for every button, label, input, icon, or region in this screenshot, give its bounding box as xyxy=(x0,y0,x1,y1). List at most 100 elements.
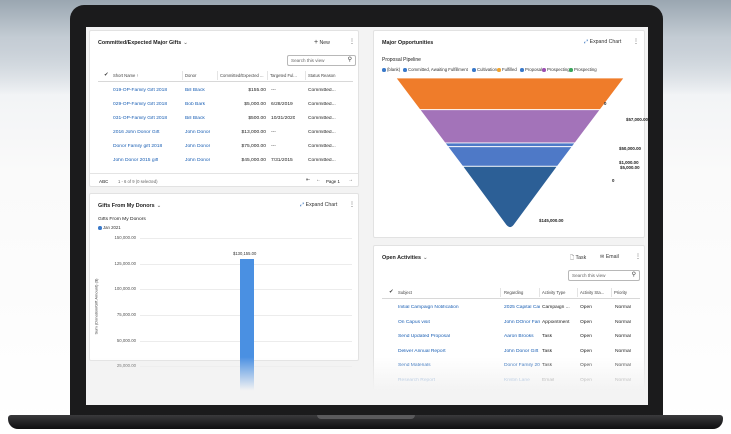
email-icon: ✉ xyxy=(600,254,605,260)
regarding-link[interactable]: 2025 Capital Car xyxy=(504,305,540,310)
funnel-data-label: 0 xyxy=(612,178,615,183)
alphabet-filter[interactable]: ABC xyxy=(99,179,108,184)
donor-link[interactable]: John Donor xyxy=(185,144,210,149)
activity-type: Task xyxy=(542,334,553,340)
donor-link[interactable]: Bill Black xyxy=(185,88,205,93)
subject-link[interactable]: Send Updated Proposal xyxy=(398,334,498,339)
column-subject[interactable]: Subject xyxy=(396,288,501,297)
amount: $155.00 xyxy=(248,88,266,93)
major-opportunities-card: Major Opportunities ⤢ Expand Chart ⋮ Pro… xyxy=(373,30,648,238)
bar-data-label: $130,155.00 xyxy=(233,250,257,256)
column-activity-status[interactable]: Activity Sta... xyxy=(578,288,612,297)
priority: Normal xyxy=(615,305,631,310)
regarding-link[interactable]: John Donor Gift xyxy=(504,349,540,354)
subject-link[interactable]: Deliver Annual Report xyxy=(398,349,498,354)
status: Committed... xyxy=(308,102,336,107)
funnel-chart xyxy=(395,77,625,228)
donor-link[interactable]: Bob Bark xyxy=(185,102,205,107)
funnel-segment[interactable] xyxy=(419,109,601,144)
funnel-data-label: 0 xyxy=(604,101,607,106)
amount: $500.00 xyxy=(248,116,266,121)
target-date: --- xyxy=(271,130,276,135)
record-count: 1 - 6 of 9 (0 selected) xyxy=(118,179,158,184)
y-tick-label: 50,000.00 xyxy=(116,337,136,343)
funnel-data-label: $145,000.00 xyxy=(539,218,564,223)
column-regarding[interactable]: Regarding xyxy=(502,288,540,297)
column-targeted[interactable]: Targeted Ful... xyxy=(268,71,306,80)
y-tick-label: 125,000.00 xyxy=(114,260,136,266)
funnel-data-label: $57,000.00 xyxy=(626,117,648,122)
donor-link[interactable]: John Donor xyxy=(185,130,210,135)
bar-chart: 150,000.00 125,000.00 100,000.00 75,000.00 5… xyxy=(90,194,360,392)
funnel-data-label: $50,000.00 xyxy=(619,146,641,151)
target-date: 10/31/2020 xyxy=(271,116,296,121)
subject-link[interactable]: On Capus visit xyxy=(398,320,498,325)
next-page-icon[interactable]: → xyxy=(348,178,353,183)
card-title[interactable]: Committed/Expected Major Gifts ⌄ xyxy=(98,40,188,46)
y-tick-label: 75,000.00 xyxy=(116,312,136,317)
activity-type: Campaign ... xyxy=(542,305,570,310)
page-indicator: Page 1 xyxy=(326,179,340,184)
search-input[interactable]: Search this view ⚲ xyxy=(568,270,640,281)
more-icon[interactable]: ⋮ xyxy=(635,254,641,260)
gifts-card: Gifts From My Donors ⌄ ⤢ Expand Chart ⋮ G… xyxy=(89,193,360,392)
previous-page-icon[interactable]: ← xyxy=(316,178,321,183)
y-tick-label: 100,000.00 xyxy=(114,286,136,292)
gift-name-link[interactable]: John Donor 2015 gift xyxy=(113,158,158,163)
gift-name-link[interactable]: 019-OP-Family Gift 2018 xyxy=(113,88,167,93)
search-input[interactable]: Search this view ⚲ xyxy=(287,55,356,66)
gridline xyxy=(140,238,352,239)
gift-name-link[interactable]: Donor Family gift 2018 xyxy=(113,144,162,149)
column-status[interactable]: Status Reason xyxy=(306,71,352,80)
column-priority[interactable]: Priority xyxy=(612,288,642,297)
activity-status: Open xyxy=(580,348,592,354)
regarding-link[interactable]: Aaron Brooks xyxy=(504,334,540,339)
target-date: --- xyxy=(271,144,276,149)
activity-type: Appointment xyxy=(542,319,570,325)
column-committed[interactable]: Committed/Expected ... xyxy=(218,71,268,80)
bottom-fade xyxy=(86,357,648,405)
status: Committed... xyxy=(308,88,336,93)
priority: Normal xyxy=(615,348,631,354)
amount: $13,000.00 xyxy=(241,130,266,135)
funnel-segment[interactable] xyxy=(395,77,625,111)
gift-name-link[interactable]: 2016 John Donor Gift xyxy=(113,130,160,135)
regarding-link[interactable]: John DOnor Fam xyxy=(504,320,540,325)
search-icon: ⚲ xyxy=(631,272,636,278)
amount: $75,000.00 xyxy=(241,144,266,149)
activity-status: Open xyxy=(580,305,592,310)
subject-link[interactable]: Initial Campaign Notification xyxy=(398,305,498,310)
donor-link[interactable]: John Donor xyxy=(185,158,210,163)
select-all-checkbox[interactable]: ✔ xyxy=(389,289,394,296)
laptop-notch xyxy=(317,415,415,419)
select-all-checkbox[interactable]: ✔ xyxy=(104,72,109,79)
column-donor[interactable]: Donor xyxy=(183,71,218,80)
status: Committed... xyxy=(308,116,336,121)
dashboard-screen: Committed/Expected Major Gifts ⌄ + New ⋮ … xyxy=(86,27,648,405)
card-title[interactable]: Open Activities ⌄ xyxy=(382,255,428,261)
column-activity-type[interactable]: Activity Type xyxy=(540,288,578,297)
priority: Normal xyxy=(615,319,631,325)
new-task-button[interactable]: 🗋 Task xyxy=(570,254,586,263)
status: Committed... xyxy=(308,130,336,135)
status: Committed... xyxy=(308,144,336,149)
more-icon[interactable]: ⋮ xyxy=(349,39,355,45)
y-tick-label: 150,000.00 xyxy=(114,235,136,240)
column-short-name[interactable]: Short Name ↑ xyxy=(111,71,183,80)
target-date: 7/31/2015 xyxy=(271,158,293,163)
funnel-segment[interactable] xyxy=(447,146,573,167)
funnel-data-label: $5,000.00 xyxy=(620,165,640,170)
task-icon: 🗋 xyxy=(570,255,575,261)
priority: Normal xyxy=(615,334,631,340)
donor-link[interactable]: Bill Black xyxy=(185,116,205,121)
activity-type: Task xyxy=(542,348,553,354)
target-date: 6/28/2019 xyxy=(271,102,293,107)
first-page-icon[interactable]: ⇤ xyxy=(306,178,310,183)
new-email-button[interactable]: ✉ Email xyxy=(600,254,619,260)
gift-name-link[interactable]: 029-OP-Family Gift 2018 xyxy=(113,102,167,107)
new-button[interactable]: + New xyxy=(314,39,330,46)
gift-name-link[interactable]: 031-OP-Family Gift 2018 xyxy=(113,116,167,121)
funnel-segment[interactable] xyxy=(444,142,576,148)
amount: $45,000.00 xyxy=(241,158,266,163)
status: Committed... xyxy=(308,158,336,163)
